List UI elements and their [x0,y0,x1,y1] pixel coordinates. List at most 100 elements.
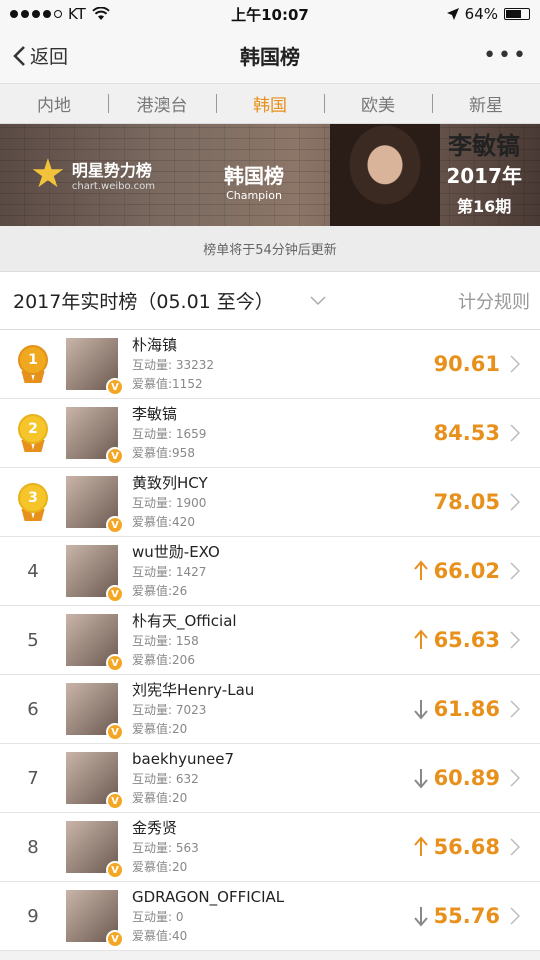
love-value: 20 [172,722,188,736]
ranking-row[interactable]: 1 V 朴海镇 互动量: 33232 爱慕值:1152 90.61 [0,330,540,399]
verified-v-icon: V [106,723,124,741]
star-logo-icon: ★ [30,151,66,197]
verified-v-icon: V [106,585,124,603]
rank-cell: 7 [0,768,66,789]
status-right: 64% [446,5,530,23]
love-value: 958 [172,446,195,460]
interaction-stat: 互动量: 33232 [132,355,434,375]
avatar[interactable]: V [66,407,124,465]
chevron-right-icon [510,838,520,856]
rank-number: 6 [27,698,39,720]
interaction-stat: 互动量: 1427 [132,562,414,582]
interaction-stat: 互动量: 0 [132,907,414,927]
rank-number: 9 [27,905,39,927]
page-title: 韩国榜 [240,45,300,69]
interaction-value: 7023 [175,703,207,717]
tab-3[interactable]: 欧美 [324,91,432,116]
love-value: 20 [172,860,188,874]
arrow-down-icon [413,907,428,927]
love-value: 40 [172,929,188,943]
interaction-value: 563 [175,841,199,855]
interaction-stat: 互动量: 158 [132,631,414,651]
period-selector[interactable]: 2017年实时榜（05.01 至今） [13,287,326,314]
medal-number: 3 [18,483,48,513]
artist-info: 朴海镇 互动量: 33232 爱慕值:1152 [132,335,434,393]
interaction-value: 1659 [175,427,207,441]
score-cell: 90.61 [434,352,540,376]
score-value: 65.63 [433,628,500,652]
love-stat: 爱慕值:20 [132,789,414,807]
rank-cell: 4 [0,561,66,582]
love-value: 1152 [172,377,203,391]
avatar[interactable]: V [66,476,124,534]
interaction-label: 互动量: [132,634,173,648]
medal-number: 2 [18,414,48,444]
ranking-row[interactable]: 9 V GDRAGON_OFFICIAL 互动量: 0 爱慕值:40 55.76 [0,882,540,951]
interaction-value: 33232 [175,358,215,372]
avatar[interactable]: V [66,545,124,603]
avatar[interactable]: V [66,338,124,396]
tab-2[interactable]: 韩国 [216,91,324,116]
ranking-row[interactable]: 8 V 金秀贤 互动量: 563 爱慕值:20 56.68 [0,813,540,882]
artist-name: wu世勋-EXO [132,543,220,561]
status-left: KT [10,5,110,23]
love-stat: 爱慕值:40 [132,927,414,945]
score-cell: 65.63 [413,628,540,652]
ranking-row[interactable]: 4 V wu世勋-EXO 互动量: 1427 爱慕值:26 66.02 [0,537,540,606]
rank-cell: 5 [0,630,66,651]
rank-cell: 9 [0,906,66,927]
tab-4[interactable]: 新星 [432,91,540,116]
interaction-label: 互动量: [132,427,173,441]
chevron-right-icon [510,907,520,925]
love-label: 爱慕值: [132,584,173,598]
artist-name: 黄致列HCY [132,474,208,492]
avatar[interactable]: V [66,752,124,810]
chevron-left-icon [13,45,25,66]
tab-1[interactable]: 港澳台 [108,91,216,116]
ranking-row[interactable]: 2 V 李敏镐 互动量: 1659 爱慕值:958 84.53 [0,399,540,468]
rank-medal-icon: 1 [18,345,48,383]
interaction-stat: 互动量: 1900 [132,493,434,513]
ranking-row[interactable]: 7 V baekhyunee7 互动量: 632 爱慕值:20 60.89 [0,744,540,813]
medal-number: 1 [18,345,48,375]
love-stat: 爱慕值:26 [132,582,414,600]
avatar[interactable]: V [66,821,124,879]
avatar[interactable]: V [66,683,124,741]
battery-icon [504,8,530,20]
interaction-label: 互动量: [132,496,173,510]
back-button[interactable]: 返回 [12,42,68,69]
rank-cell: 8 [0,837,66,858]
banner-person-photo [330,124,440,226]
rank-cell: 6 [0,699,66,720]
carrier-label: KT [68,5,86,23]
interaction-value: 0 [175,910,184,924]
ranking-row[interactable]: 3 V 黄致列HCY 互动量: 1900 爱慕值:420 78.05 [0,468,540,537]
ranking-row[interactable]: 5 V 朴有天_Official 互动量: 158 爱慕值:206 65.63 [0,606,540,675]
wifi-icon [92,7,110,20]
score-rules-link[interactable]: 计分规则 [458,288,530,314]
love-stat: 爱慕值:206 [132,651,414,669]
score-value: 55.76 [433,904,500,928]
champion-banner[interactable]: ★ 明星势力榜 chart.weibo.com 韩国榜 Champion 李敏镐… [0,124,540,226]
score-cell: 55.76 [413,904,540,928]
score-value: 78.05 [433,490,500,514]
rank-cell: 3 [0,483,66,521]
banner-center-sub: Champion [226,189,282,202]
banner-center: 韩国榜 Champion [224,160,284,202]
avatar[interactable]: V [66,890,124,948]
verified-v-icon: V [106,861,124,879]
rank-cell: 2 [0,414,66,452]
chevron-right-icon [510,493,520,511]
score-cell: 78.05 [434,490,540,514]
avatar[interactable]: V [66,614,124,672]
ranking-row[interactable]: 6 V 刘宪华Henry-Lau 互动量: 7023 爱慕值:20 61.86 [0,675,540,744]
more-dots-icon[interactable]: ••• [483,43,528,68]
verified-v-icon: V [106,447,124,465]
score-value: 61.86 [433,697,500,721]
arrow-up-icon [413,836,428,856]
rank-number: 8 [27,836,39,858]
love-value: 420 [172,515,195,529]
interaction-value: 158 [175,634,199,648]
tab-0[interactable]: 内地 [0,91,108,116]
ranking-list: 1 V 朴海镇 互动量: 33232 爱慕值:1152 90.61 2 V 李敏… [0,330,540,951]
